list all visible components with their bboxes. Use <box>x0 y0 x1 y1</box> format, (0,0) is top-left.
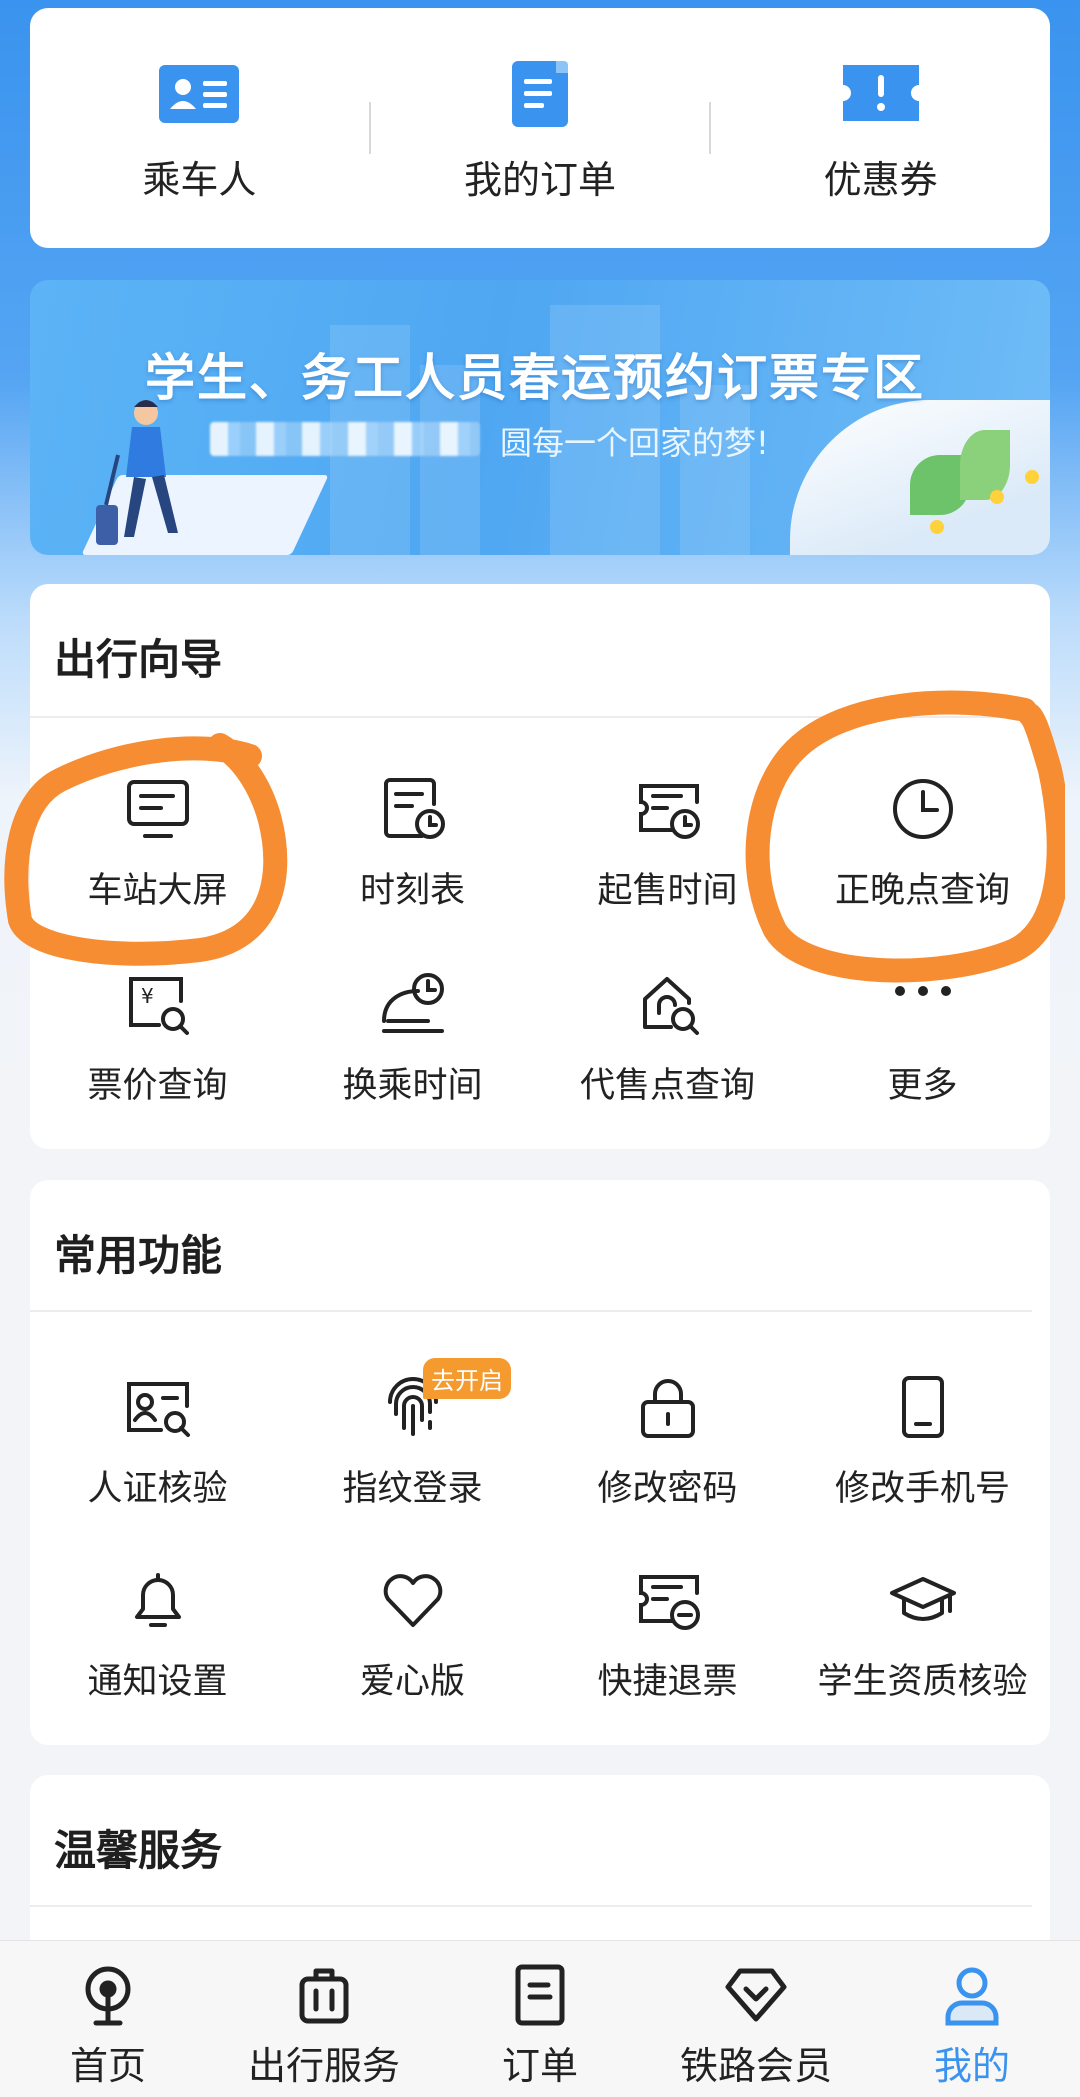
divider <box>30 1310 1032 1312</box>
nav-label: 铁路会员 <box>679 2044 832 2088</box>
guide-label: 代售点查询 <box>579 1066 755 1106</box>
divider <box>30 1905 1032 1907</box>
func-label: 通知设置 <box>87 1662 228 1702</box>
guide-transfer-time[interactable]: 换乘时间 <box>285 969 540 1108</box>
flower-decoration <box>930 520 944 534</box>
quick-coupons-label: 优惠券 <box>823 157 938 202</box>
guide-timetable[interactable]: 时刻表 <box>285 774 540 913</box>
func-fingerprint-login[interactable]: 去开启 指纹登录 <box>285 1358 540 1511</box>
quick-actions-card: 乘车人 我的订单 优惠券 <box>30 8 1050 248</box>
nav-label: 首页 <box>69 2044 146 2088</box>
guide-label: 时刻表 <box>359 871 465 911</box>
guide-label: 起售时间 <box>597 871 738 911</box>
section-title: 温馨服务 <box>54 1826 223 1875</box>
func-label: 修改密码 <box>597 1469 738 1509</box>
coupon-ticket-icon <box>842 64 919 121</box>
func-student-verify[interactable]: 学生资质核验 <box>795 1565 1050 1704</box>
annotation-circle <box>4 733 288 966</box>
enable-badge[interactable]: 去开启 <box>423 1358 511 1399</box>
nav-label: 出行服务 <box>247 2044 400 2088</box>
banner-building <box>680 385 750 555</box>
func-label: 人证核验 <box>87 1469 228 1509</box>
agency-search-icon <box>642 977 699 1035</box>
func-notification-settings[interactable]: 通知设置 <box>30 1565 285 1704</box>
func-quick-refund[interactable]: 快捷退票 <box>540 1565 795 1704</box>
guide-label: 更多 <box>887 1066 958 1106</box>
traveler-illustration <box>96 400 178 545</box>
banner-subtitle: 圆每一个回家的梦! <box>500 424 769 462</box>
timetable-icon <box>383 778 445 839</box>
order-icon <box>515 1964 565 2026</box>
func-label: 修改手机号 <box>834 1469 1010 1509</box>
func-change-password[interactable]: 修改密码 <box>540 1372 795 1511</box>
section-title: 出行向导 <box>54 635 223 684</box>
func-label: 快捷退票 <box>597 1662 738 1702</box>
user-icon <box>945 1967 999 2026</box>
func-label: 指纹登录 <box>342 1469 483 1509</box>
diamond-icon <box>725 1968 787 2022</box>
banner-title: 学生、务工人员春运预约订票专区 <box>145 349 925 407</box>
transfer-time-icon <box>381 973 444 1033</box>
nav-travel-services[interactable]: 出行服务 <box>216 1941 432 2097</box>
nav-label: 我的 <box>933 2044 1010 2088</box>
nav-home[interactable]: 首页 <box>0 1941 216 2097</box>
annotation-circle <box>745 690 1065 983</box>
id-verify-icon <box>126 1382 190 1437</box>
quick-coupons[interactable]: 优惠券 <box>711 8 1050 248</box>
func-change-phone[interactable]: 修改手机号 <box>795 1372 1050 1511</box>
nav-mine[interactable]: 我的 <box>864 1941 1080 2097</box>
refund-ticket-icon <box>638 1575 700 1630</box>
lock-icon <box>640 1379 695 1438</box>
func-care-mode[interactable]: 爱心版 <box>285 1565 540 1704</box>
nav-label: 订单 <box>501 2044 578 2088</box>
train-home-icon <box>85 1966 131 2026</box>
func-label: 爱心版 <box>359 1662 465 1702</box>
guide-label: 换乘时间 <box>342 1066 483 1106</box>
banner-blurred-text <box>210 422 480 456</box>
bell-icon <box>134 1573 181 1627</box>
order-document-icon <box>512 60 568 127</box>
nav-railway-member[interactable]: 铁路会员 <box>648 1941 864 2097</box>
bottom-nav: 首页 出行服务 订单 铁路会员 我的 <box>0 1940 1080 2097</box>
heart-icon <box>383 1574 442 1627</box>
quick-orders[interactable]: 我的订单 <box>371 8 710 248</box>
common-functions-card: 常用功能 人证核验 去开启 指纹登录 修改密码 修改手机号 通知设置 爱心版 快… <box>30 1180 1050 1745</box>
flower-decoration <box>1025 470 1039 484</box>
promo-banner[interactable]: 学生、务工人员春运预约订票专区 圆每一个回家的梦! <box>30 280 1050 555</box>
quick-passenger-label: 乘车人 <box>142 157 257 202</box>
nav-orders[interactable]: 订单 <box>432 1941 648 2097</box>
func-id-verify[interactable]: 人证核验 <box>30 1372 285 1511</box>
func-label: 学生资质核验 <box>817 1662 1028 1702</box>
leaf-decoration <box>960 430 1010 500</box>
flower-decoration <box>990 490 1004 504</box>
guide-label: 票价查询 <box>87 1066 228 1106</box>
section-title: 常用功能 <box>54 1231 223 1280</box>
luggage-icon <box>299 1968 349 2024</box>
quick-passenger[interactable]: 乘车人 <box>30 8 369 248</box>
graduation-cap-icon <box>889 1577 956 1621</box>
phone-icon <box>901 1376 944 1438</box>
passenger-card-icon <box>159 64 240 123</box>
quick-orders-label: 我的订单 <box>464 157 617 202</box>
sale-time-icon <box>638 784 700 839</box>
